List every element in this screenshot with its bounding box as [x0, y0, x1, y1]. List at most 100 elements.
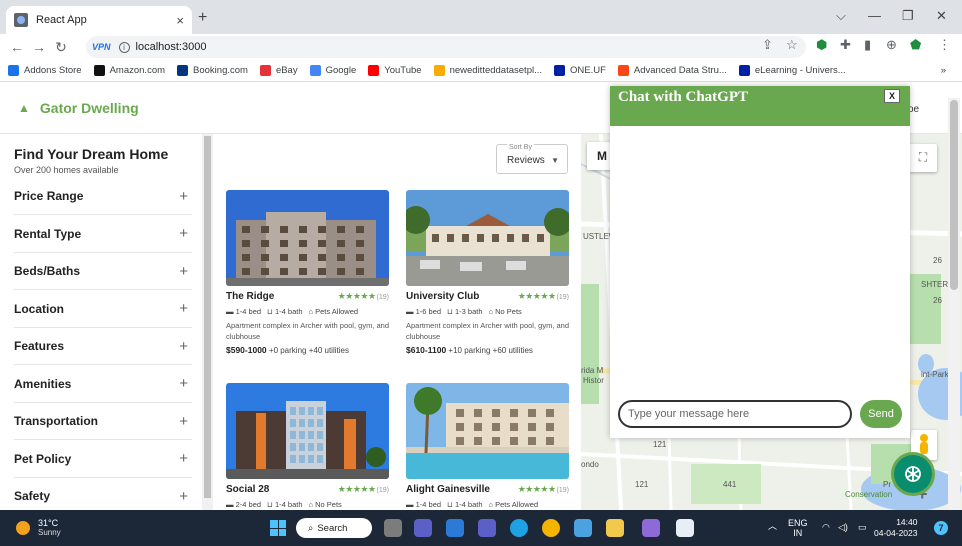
vscode-icon[interactable]	[478, 519, 496, 537]
bookmarks-bar: Addons Store Amazon.com Booking.com eBay Goo…	[0, 60, 962, 82]
extension-shield-icon[interactable]: ⬢	[816, 37, 827, 53]
listing-card[interactable]: University Club ★★★★★(19) ▬ 1-6 bed ⊔ 1-…	[406, 190, 569, 355]
filter-row-rental-type[interactable]: Rental Type +	[14, 216, 192, 253]
listing-extras: +10 parking +60 utilities	[448, 346, 533, 355]
url-text[interactable]: localhost:3000	[136, 41, 207, 53]
notepad-icon[interactable]	[676, 519, 694, 537]
listing-name[interactable]: Social 28	[226, 484, 269, 495]
vpn-icon[interactable]: VPN	[92, 42, 111, 52]
listing-photo[interactable]	[226, 190, 389, 286]
listing-photo[interactable]	[226, 383, 389, 479]
chart-app-icon[interactable]	[574, 519, 592, 537]
plus-icon[interactable]: +	[179, 188, 192, 205]
chat-close-button[interactable]: X	[884, 89, 900, 103]
tray-chevron-up-icon[interactable]: ︿	[768, 521, 777, 531]
filter-row-transportation[interactable]: Transportation +	[14, 403, 192, 440]
plus-icon[interactable]: +	[179, 413, 192, 430]
listing-card[interactable]: Alight Gainesville ★★★★★(19) ▬ 1-4 bed ⊔…	[406, 383, 569, 509]
fullscreen-icon[interactable]: ⛶	[909, 144, 937, 172]
bookmark-item[interactable]: Advanced Data Stru...	[617, 65, 727, 76]
edge-icon[interactable]	[510, 519, 528, 537]
browser-tab[interactable]: React App ×	[6, 6, 192, 34]
listing-photo[interactable]	[406, 190, 569, 286]
chat-send-button[interactable]: Send	[860, 400, 902, 428]
tab-search-icon[interactable]: ⌵	[836, 8, 846, 24]
plus-icon[interactable]: +	[179, 300, 192, 317]
wifi-icon[interactable]: ◠	[822, 522, 830, 532]
side-panel-icon[interactable]: ▮	[864, 37, 871, 53]
chat-message-input[interactable]	[618, 400, 852, 428]
sidebar-scrollbar[interactable]	[202, 134, 213, 510]
back-arrow-icon[interactable]: ←	[6, 39, 28, 55]
reload-icon[interactable]: ↻	[50, 39, 72, 56]
shield-check-icon[interactable]: ⬟	[910, 37, 921, 53]
bath-icon: ⊔	[447, 500, 455, 509]
photos-icon[interactable]	[446, 519, 464, 537]
close-window-button[interactable]: ✕	[936, 8, 947, 24]
share-icon[interactable]: ⇪	[762, 37, 773, 53]
plus-icon[interactable]: +	[179, 338, 192, 355]
brand-link[interactable]: ▲ Gator Dwelling	[18, 100, 139, 116]
listing-name[interactable]: Alight Gainesville	[406, 484, 490, 495]
chatgpt-launcher-icon[interactable]	[894, 455, 932, 493]
taskbar-search[interactable]: ⌕ Search	[296, 518, 372, 538]
bookmark-item[interactable]: YouTube	[368, 65, 422, 76]
filter-row-location[interactable]: Location +	[14, 291, 192, 328]
tab-close-icon[interactable]: ×	[176, 13, 184, 28]
chrome-icon[interactable]	[542, 519, 560, 537]
bookmark-item[interactable]: neweditteddatasetpl...	[433, 65, 542, 76]
listing-name[interactable]: University Club	[406, 291, 479, 302]
minimize-button[interactable]: —	[868, 8, 881, 23]
filter-row-beds-baths[interactable]: Beds/Baths +	[14, 253, 192, 290]
menu-dots-icon[interactable]: ⋮	[938, 37, 951, 53]
system-clock[interactable]: 14:40 04-04-2023	[874, 517, 917, 539]
filter-row-price-range[interactable]: Price Range +	[14, 178, 192, 215]
bookmark-item[interactable]: Addons Store	[8, 65, 82, 76]
task-view-icon[interactable]	[384, 519, 402, 537]
page-scrollbar[interactable]	[948, 98, 960, 510]
filter-row-pet-policy[interactable]: Pet Policy +	[14, 441, 192, 478]
listing-photo[interactable]	[406, 383, 569, 479]
bookmarks-overflow-button[interactable]: »	[941, 65, 946, 76]
file-explorer-icon[interactable]	[606, 519, 624, 537]
filter-row-features[interactable]: Features +	[14, 328, 192, 365]
forward-arrow-icon[interactable]: →	[28, 39, 50, 55]
language-indicator[interactable]: ENG IN	[788, 518, 808, 538]
plus-icon[interactable]: +	[179, 263, 192, 280]
battery-icon[interactable]: ▭	[858, 522, 867, 532]
sort-dropdown[interactable]: Sort By Reviews ▼	[496, 144, 568, 174]
address-bar[interactable]: VPN i localhost:3000	[86, 36, 806, 58]
bookmark-item[interactable]: eBay	[259, 65, 298, 76]
site-info-icon[interactable]: i	[118, 41, 130, 53]
plus-icon[interactable]: +	[179, 225, 192, 242]
profile-icon[interactable]: ⊕	[886, 37, 897, 53]
notification-badge[interactable]: 7	[934, 521, 948, 535]
volume-icon[interactable]: ◁)	[838, 522, 848, 532]
weather-widget[interactable]: 31°C Sunny	[16, 518, 61, 538]
new-tab-button[interactable]: +	[198, 9, 207, 27]
bookmark-item[interactable]: ONE.UF	[554, 65, 606, 76]
page-scroll-thumb[interactable]	[950, 100, 958, 290]
plus-icon[interactable]: +	[179, 375, 192, 392]
extensions-puzzle-icon[interactable]: ✚	[840, 37, 851, 53]
pets-text: Pets Allowed	[315, 307, 359, 316]
listing-card[interactable]: Social 28 ★★★★★(19) ▬ 2-4 bed ⊔ 1-4 bath…	[226, 383, 389, 509]
bookmark-item[interactable]: Google	[309, 65, 356, 76]
windows-start-icon[interactable]	[270, 520, 286, 536]
map-label: int-Park	[921, 370, 949, 379]
teams-icon[interactable]	[414, 519, 432, 537]
bookmark-item[interactable]: Booking.com	[177, 65, 248, 76]
road-shield: 121	[653, 440, 667, 449]
bookmark-item[interactable]: eLearning - Univers...	[738, 65, 846, 76]
listing-name[interactable]: The Ridge	[226, 291, 274, 302]
app-icon[interactable]	[642, 519, 660, 537]
bookmark-item[interactable]: Amazon.com	[93, 65, 165, 76]
restore-button[interactable]: ❐	[902, 8, 914, 24]
listing-card[interactable]: The Ridge ★★★★★(19) ▬ 1-4 bed ⊔ 1-4 bath…	[226, 190, 389, 355]
plus-icon[interactable]: +	[179, 488, 192, 505]
sidebar-scroll-thumb[interactable]	[204, 136, 211, 498]
bookmark-favicon-icon	[177, 65, 189, 76]
bookmark-star-icon[interactable]: ☆	[786, 37, 798, 53]
filter-row-amenities[interactable]: Amenities +	[14, 366, 192, 403]
plus-icon[interactable]: +	[179, 450, 192, 467]
